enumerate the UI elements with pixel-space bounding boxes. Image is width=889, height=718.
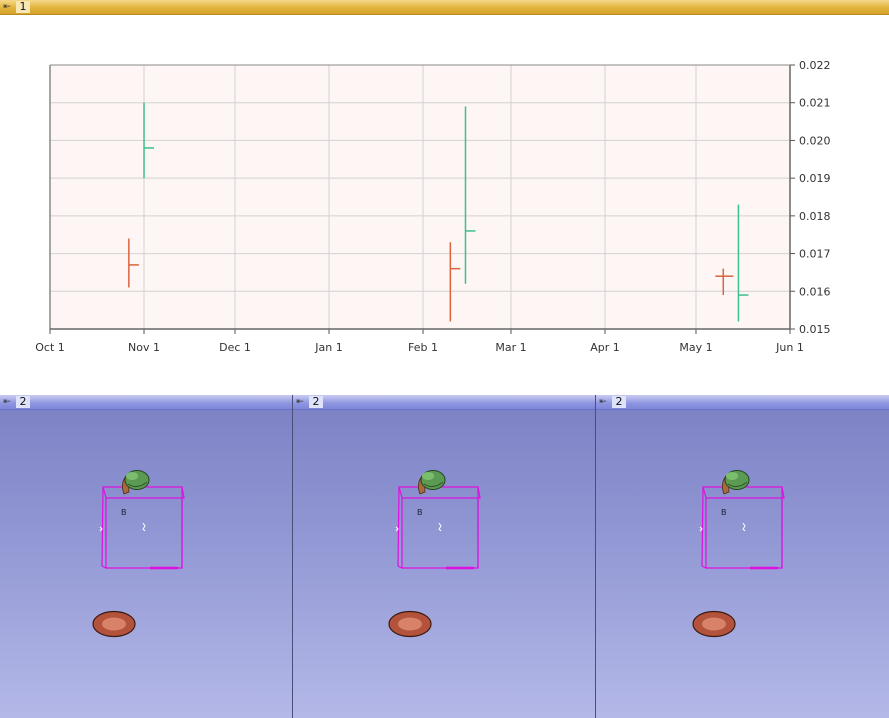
pin-icon[interactable]: ⇤ (2, 2, 12, 12)
y-tick-label: 0.017 (799, 248, 831, 261)
y-tick-label: 0.018 (799, 210, 831, 223)
pin-icon[interactable]: ⇤ (295, 397, 305, 407)
3d-view-pane[interactable]: ⇤ 2 B (293, 395, 595, 718)
bounding-box-front (105, 498, 183, 569)
y-tick-label: 0.019 (799, 172, 831, 185)
3d-scene[interactable]: B (0, 410, 292, 718)
bounding-box-top (702, 486, 785, 499)
y-tick-label: 0.020 (799, 134, 831, 147)
bounding-box-top (102, 486, 185, 499)
disk-highlight (102, 617, 126, 631)
3d-view-pane[interactable]: ⇤ 2 B (0, 395, 292, 718)
pin-icon[interactable]: ⇤ (2, 397, 12, 407)
white-marker (699, 526, 703, 532)
y-tick-label: 0.016 (799, 285, 831, 298)
y-tick-label: 0.022 (799, 59, 831, 72)
view-number[interactable]: 1 (16, 1, 30, 13)
lung-highlight (422, 472, 434, 480)
x-tick-label: Oct 1 (35, 341, 65, 354)
3d-scene[interactable]: B (596, 410, 889, 718)
plot-background (50, 65, 790, 329)
scene-group: B (388, 470, 481, 638)
white-marker (99, 526, 103, 532)
x-tick-label: Dec 1 (219, 341, 251, 354)
3d-view-bar: ⇤ 2 (596, 395, 889, 410)
letter-marker: B (417, 508, 423, 517)
lung-highlight (126, 472, 138, 480)
disk-highlight (398, 617, 422, 631)
x-tick-label: May 1 (679, 341, 712, 354)
3d-view-pane[interactable]: ⇤ 2 B (596, 395, 889, 718)
scene-group: B (692, 470, 785, 638)
white-marker (742, 522, 746, 532)
chart-view: Oct 1 Nov 1 Dec 1 Jan 1 Feb 1 Mar 1 Apr 1 May 1… (0, 15, 889, 395)
white-marker (142, 522, 146, 532)
letter-marker: B (721, 508, 727, 517)
pin-icon[interactable]: ⇤ (598, 397, 608, 407)
disk-highlight (702, 617, 726, 631)
ohlc-chart: Oct 1 Nov 1 Dec 1 Jan 1 Feb 1 Mar 1 Apr 1 May 1… (35, 59, 831, 354)
white-marker (395, 526, 399, 532)
x-tick-label: Mar 1 (495, 341, 526, 354)
x-tick-label: Feb 1 (408, 341, 438, 354)
view-number[interactable]: 2 (612, 396, 626, 408)
bounding-box-front (401, 498, 479, 569)
x-tick-label: Nov 1 (128, 341, 160, 354)
chart-view-bar: ⇤ 1 (0, 0, 889, 15)
x-tick-label: Apr 1 (590, 341, 620, 354)
lung-highlight (726, 472, 738, 480)
bounding-box-front (705, 498, 783, 569)
3d-view-bar: ⇤ 2 (0, 395, 292, 410)
white-marker (438, 522, 442, 532)
x-tick-label: Jun 1 (775, 341, 804, 354)
x-tick-label: Jan 1 (314, 341, 342, 354)
3d-scene[interactable]: B (293, 410, 595, 718)
bounding-box-left (397, 486, 403, 569)
y-tick-label: 0.021 (799, 97, 831, 110)
view-number[interactable]: 2 (16, 396, 30, 408)
view-number[interactable]: 2 (309, 396, 323, 408)
bounding-box-top (398, 486, 481, 499)
3d-view-bar: ⇤ 2 (293, 395, 595, 410)
y-tick-label: 0.015 (799, 323, 831, 336)
letter-marker: B (121, 508, 127, 517)
scene-group: B (92, 470, 185, 638)
